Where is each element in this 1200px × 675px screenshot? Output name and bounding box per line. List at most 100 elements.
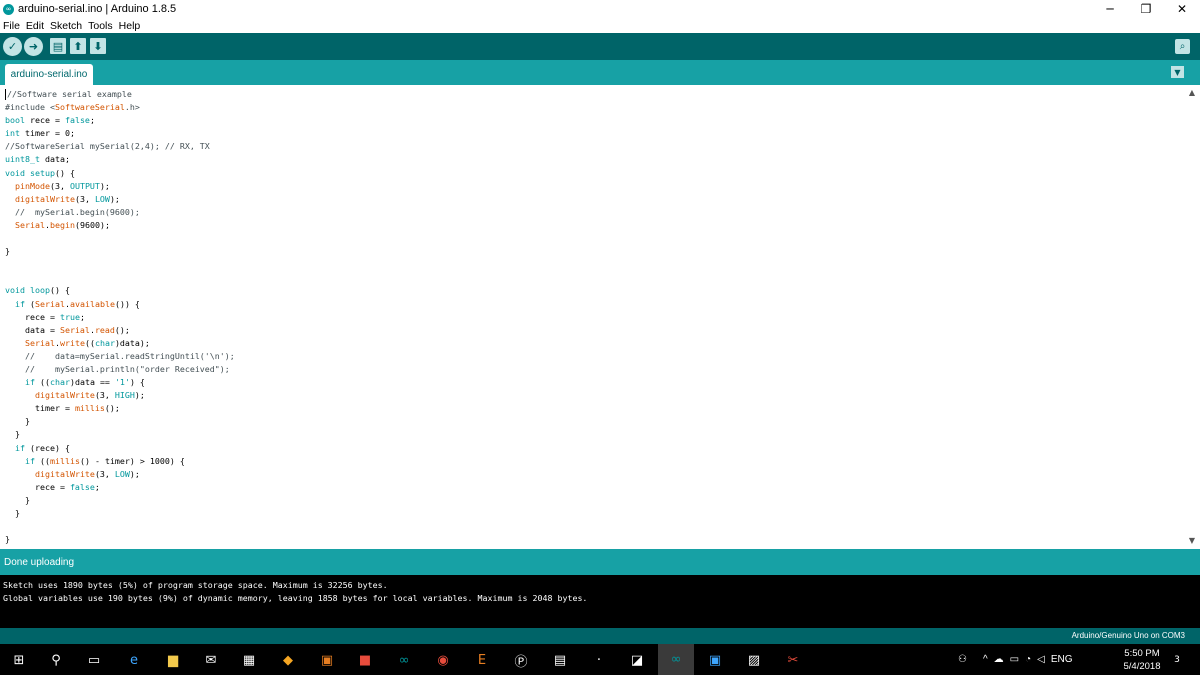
code-line[interactable] bbox=[5, 258, 235, 271]
notepad-icon[interactable]: ▤ bbox=[549, 649, 571, 671]
code-token: uint8_t bbox=[5, 154, 40, 165]
windows-start-icon[interactable]: ⊞ bbox=[8, 649, 30, 671]
toolbar: ✓ ➜ ▤ ⬆ ⬇ ⌕ bbox=[0, 33, 1200, 60]
people-icon[interactable]: ⚇ bbox=[958, 654, 967, 665]
code-line[interactable]: if (rece) { bbox=[5, 442, 235, 455]
code-line[interactable]: int timer = 0; bbox=[5, 127, 235, 140]
photos-icon[interactable]: ▨ bbox=[743, 649, 765, 671]
code-line[interactable]: // mySerial.println("order Received"); bbox=[5, 363, 235, 376]
code-token: // mySerial.begin(9600); bbox=[5, 206, 140, 217]
code-line[interactable] bbox=[5, 520, 235, 533]
mail-icon[interactable]: ✉ bbox=[200, 649, 222, 671]
code-line[interactable]: } bbox=[5, 507, 235, 520]
code-line[interactable]: // mySerial.begin(9600); bbox=[5, 206, 235, 219]
vertical-scrollbar[interactable]: ▲ ▼ bbox=[1184, 85, 1200, 549]
wifi-icon[interactable]: ◔ bbox=[1025, 654, 1031, 665]
solidworks-icon[interactable]: ■ bbox=[354, 649, 376, 671]
store-icon[interactable]: ▦ bbox=[238, 649, 260, 671]
code-line[interactable]: rece = false; bbox=[5, 481, 235, 494]
save-button[interactable]: ⬇ bbox=[90, 38, 106, 54]
code-area[interactable]: //Software serial example #include <Softw… bbox=[5, 88, 235, 546]
code-line[interactable]: // data=mySerial.readStringUntil('\n'); bbox=[5, 350, 235, 363]
minimize-button[interactable]: ─ bbox=[1092, 0, 1128, 18]
code-line[interactable]: pinMode(3, OUTPUT); bbox=[5, 180, 235, 193]
scroll-up-icon[interactable]: ▲ bbox=[1184, 85, 1200, 99]
menu-tools[interactable]: Tools bbox=[88, 20, 113, 32]
notification-icon[interactable]: 3 bbox=[1166, 649, 1188, 671]
code-line[interactable]: //Software serial example bbox=[5, 88, 235, 101]
restore-button[interactable]: ❐ bbox=[1128, 0, 1164, 18]
code-token: bool bbox=[5, 115, 25, 126]
code-line[interactable]: if (Serial.available()) { bbox=[5, 298, 235, 311]
volume-icon[interactable]: ◁ bbox=[1037, 654, 1045, 665]
code-line[interactable]: digitalWrite(3, LOW); bbox=[5, 468, 235, 481]
code-line[interactable]: } bbox=[5, 533, 235, 546]
menu-file[interactable]: File bbox=[3, 20, 20, 32]
code-line[interactable]: } bbox=[5, 415, 235, 428]
code-token: '1' bbox=[114, 377, 130, 388]
new-button[interactable]: ▤ bbox=[50, 38, 66, 54]
tab-menu-button[interactable]: ▼ bbox=[1171, 66, 1184, 78]
code-token: } bbox=[5, 508, 20, 518]
code-line[interactable]: bool rece = false; bbox=[5, 114, 235, 127]
text-cursor bbox=[5, 89, 6, 100]
code-line[interactable]: Serial.begin(9600); bbox=[5, 219, 235, 232]
menu-help[interactable]: Help bbox=[119, 20, 141, 32]
p-app-icon[interactable]: Ⓟ bbox=[510, 649, 532, 671]
code-line[interactable]: } bbox=[5, 428, 235, 441]
file-explorer-icon[interactable]: ▆ bbox=[162, 649, 184, 671]
sticky-icon[interactable]: ◪ bbox=[626, 649, 648, 671]
open-button[interactable]: ⬆ bbox=[70, 38, 86, 54]
clock[interactable]: 5:50 PM 5/4/2018 bbox=[1117, 647, 1167, 673]
code-line[interactable]: digitalWrite(3, LOW); bbox=[5, 193, 235, 206]
e-app-icon[interactable]: E bbox=[471, 649, 493, 671]
chrome-icon[interactable]: ◉ bbox=[432, 649, 454, 671]
verify-button[interactable]: ✓ bbox=[3, 37, 22, 56]
code-line[interactable]: uint8_t data; bbox=[5, 153, 235, 166]
language-indicator[interactable]: ENG bbox=[1051, 654, 1073, 665]
upload-button[interactable]: ➜ bbox=[24, 37, 43, 56]
chevron-up-icon[interactable]: ^ bbox=[983, 654, 988, 665]
task-view-icon[interactable]: ▭ bbox=[83, 649, 105, 671]
cloud-icon[interactable]: ☁ bbox=[994, 654, 1004, 665]
arduino-icon[interactable]: ∞ bbox=[393, 649, 415, 671]
app-blue-icon[interactable]: ▣ bbox=[704, 649, 726, 671]
code-token: (3, bbox=[94, 390, 115, 401]
code-line[interactable]: #include <SoftwareSerial.h> bbox=[5, 101, 235, 114]
tab-arduino-serial[interactable]: arduino-serial.ino bbox=[5, 64, 93, 85]
menu-sketch[interactable]: Sketch bbox=[50, 20, 82, 32]
code-token: } bbox=[5, 494, 30, 505]
code-line[interactable]: timer = millis(); bbox=[5, 402, 235, 415]
battery-icon[interactable]: ▭ bbox=[1010, 654, 1019, 665]
edge-icon[interactable]: e bbox=[123, 649, 145, 671]
code-line[interactable]: void setup() { bbox=[5, 167, 235, 180]
code-line[interactable]: data = Serial.read(); bbox=[5, 324, 235, 337]
code-line[interactable]: } bbox=[5, 494, 235, 507]
close-button[interactable]: ✕ bbox=[1164, 0, 1200, 18]
code-line[interactable] bbox=[5, 232, 235, 245]
code-line[interactable]: if ((millis() - timer) > 1000) { bbox=[5, 455, 235, 468]
code-line[interactable]: digitalWrite(3, HIGH); bbox=[5, 389, 235, 402]
code-line[interactable]: if ((char)data == '1') { bbox=[5, 376, 235, 389]
snipping-icon[interactable]: ✂ bbox=[782, 649, 804, 671]
scroll-down-icon[interactable]: ▼ bbox=[1184, 533, 1200, 547]
code-line[interactable]: void loop() { bbox=[5, 284, 235, 297]
code-line[interactable]: rece = true; bbox=[5, 311, 235, 324]
code-line[interactable]: Serial.write((char)data); bbox=[5, 337, 235, 350]
code-line[interactable] bbox=[5, 271, 235, 284]
dots-icon[interactable]: · bbox=[588, 649, 610, 671]
code-token: (( bbox=[34, 455, 50, 466]
serial-monitor-button[interactable]: ⌕ bbox=[1175, 39, 1190, 54]
menu-edit[interactable]: Edit bbox=[26, 20, 44, 32]
code-line[interactable]: //SoftwareSerial mySerial(2,4); // RX, T… bbox=[5, 140, 235, 153]
console-line: Global variables use 190 bytes (9%) of d… bbox=[3, 593, 588, 603]
arduino-active-icon[interactable]: ∞ bbox=[658, 644, 694, 675]
code-editor[interactable]: //Software serial example #include <Softw… bbox=[0, 85, 1200, 549]
paint-icon[interactable]: ▣ bbox=[316, 649, 338, 671]
search-icon[interactable]: ⚲ bbox=[45, 649, 67, 671]
code-line[interactable]: } bbox=[5, 245, 235, 258]
app-icon[interactable]: ◆ bbox=[277, 649, 299, 671]
